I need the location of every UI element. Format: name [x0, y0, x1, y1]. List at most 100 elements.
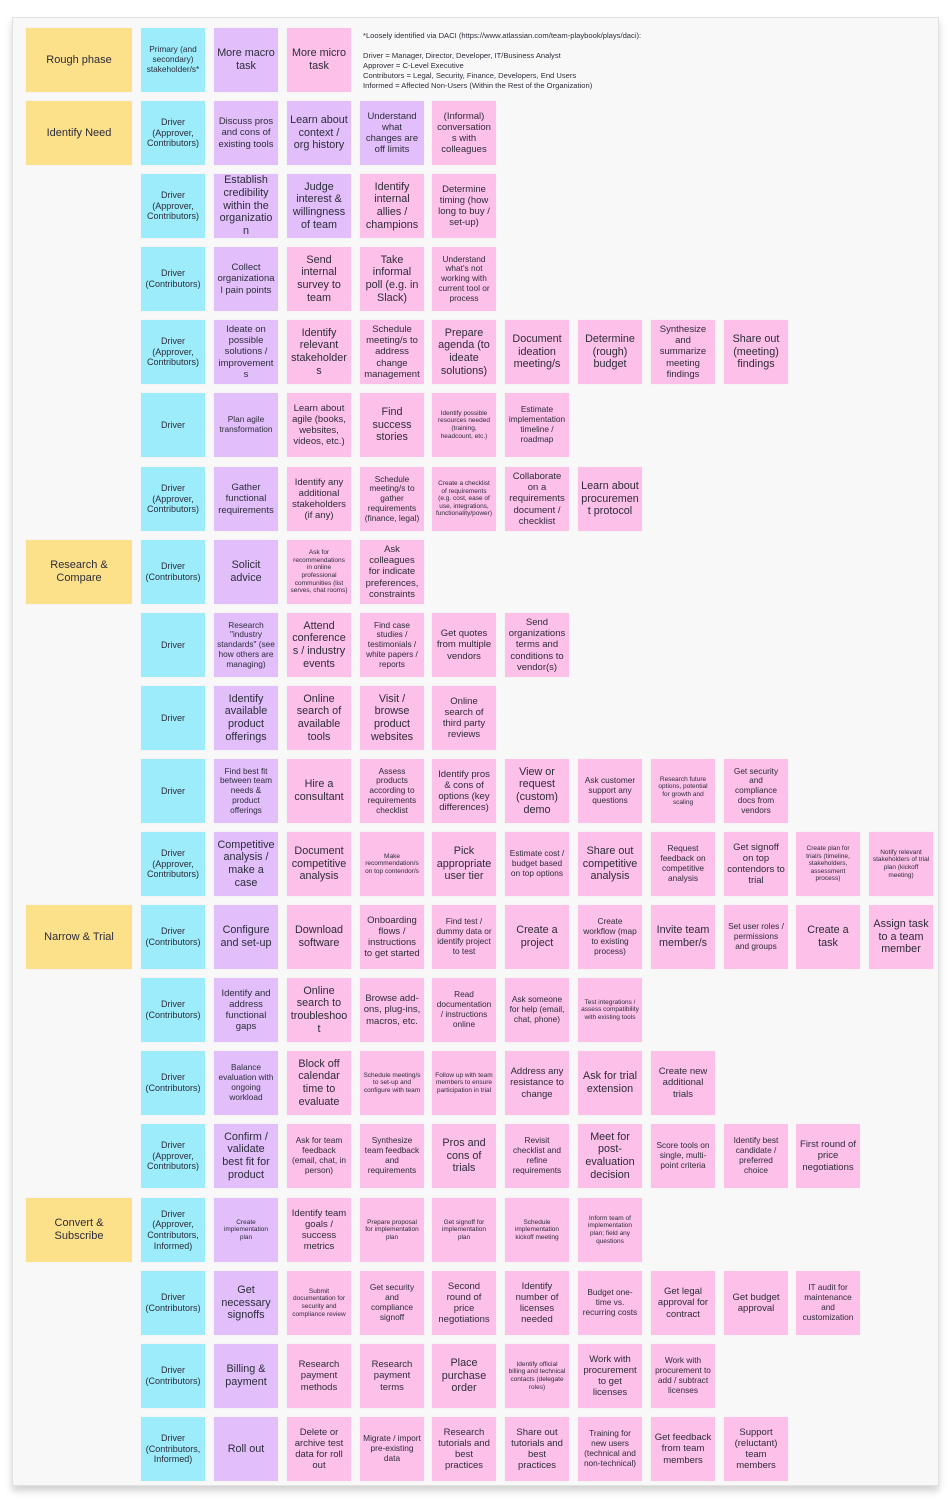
micro-task-sticky[interactable]: Ask for team feedback (email, chat, in p… — [287, 1124, 351, 1188]
micro-task-sticky[interactable]: Ask for recommendations in online profes… — [287, 540, 351, 604]
micro-task-sticky[interactable]: Find test / dummy data or identify proje… — [432, 905, 496, 969]
micro-task-sticky[interactable]: Hire a consultant — [287, 759, 351, 823]
micro-task-sticky[interactable]: Document ideation meeting/s — [505, 320, 569, 384]
micro-task-sticky[interactable]: Budget one-time vs. recurring costs — [578, 1271, 642, 1335]
micro-task-sticky[interactable]: View or request (custom) demo — [505, 759, 569, 823]
micro-task-sticky[interactable]: Assess products according to requirement… — [360, 759, 424, 823]
micro-task-sticky[interactable]: Estimate implementation timeline / roadm… — [505, 393, 569, 457]
stakeholder-sticky[interactable]: Driver — [141, 393, 205, 457]
stakeholder-sticky[interactable]: Driver (Approver, Contributors) — [141, 1124, 205, 1188]
micro-task-sticky[interactable]: Document competitive analysis — [287, 832, 351, 896]
micro-task-sticky[interactable]: Send organizations terms and conditions … — [505, 613, 569, 677]
macro-task-sticky[interactable]: Identify available product offerings — [214, 686, 278, 750]
macro-task-sticky[interactable]: Ideate on possible solutions / improveme… — [214, 320, 278, 384]
stakeholder-sticky[interactable]: Driver (Approver, Contributors) — [141, 320, 205, 384]
macro-task-sticky[interactable]: Learn about context / org history — [287, 101, 351, 165]
micro-task-sticky[interactable]: Share out (meeting) findings — [724, 320, 788, 384]
micro-task-sticky[interactable]: Test integrations / assess compatibility… — [578, 978, 642, 1042]
micro-task-sticky[interactable]: Identify pros & cons of options (key dif… — [432, 759, 496, 823]
macro-task-sticky[interactable]: Discuss pros and cons of existing tools — [214, 101, 278, 165]
micro-task-sticky[interactable]: Create workflow (map to existing process… — [578, 905, 642, 969]
micro-task-sticky[interactable]: Browse add-ons, plug-ins, macros, etc. — [360, 978, 424, 1042]
micro-task-sticky[interactable]: Invite team member/s — [651, 905, 715, 969]
macro-task-sticky[interactable]: Configure and set-up — [214, 905, 278, 969]
micro-task-sticky[interactable]: Create a project — [505, 905, 569, 969]
micro-task-sticky[interactable]: Collaborate on a requirements document /… — [505, 467, 569, 531]
micro-task-sticky[interactable]: Create a checklist of requirements (e.g.… — [432, 467, 496, 531]
micro-task-sticky[interactable]: Identify team goals / success metrics — [287, 1198, 351, 1262]
macro-task-sticky[interactable]: Collect organizational pain points — [214, 247, 278, 311]
micro-task-sticky[interactable]: Identify any additional stakeholders (if… — [287, 467, 351, 531]
micro-task-sticky[interactable]: Pick appropriate user tier — [432, 832, 496, 896]
micro-task-sticky[interactable]: Notify relevant stakeholders of trial pl… — [869, 832, 933, 896]
micro-task-sticky[interactable]: Migrate / import pre-existing data — [360, 1417, 424, 1481]
header-phase-sticky[interactable]: Rough phase — [26, 28, 132, 92]
micro-task-sticky[interactable]: Read documentation / instructions online — [432, 978, 496, 1042]
micro-task-sticky[interactable]: Get quotes from multiple vendors — [432, 613, 496, 677]
micro-task-sticky[interactable]: Training for new users (technical and no… — [578, 1417, 642, 1481]
macro-task-sticky[interactable]: Research "industry standards" (see how o… — [214, 613, 278, 677]
stakeholder-sticky[interactable]: Driver (Contributors) — [141, 1051, 205, 1115]
micro-task-sticky[interactable]: Take informal poll (e.g. in Slack) — [360, 247, 424, 311]
stakeholder-sticky[interactable]: Driver (Contributors, Informed) — [141, 1417, 205, 1481]
micro-task-sticky[interactable]: Ask colleagues for indicate preferences,… — [360, 540, 424, 604]
stakeholder-sticky[interactable]: Driver — [141, 759, 205, 823]
micro-task-sticky[interactable]: Delete or archive test data for roll out — [287, 1417, 351, 1481]
micro-task-sticky[interactable]: Schedule meeting/s to set-up and configu… — [360, 1051, 424, 1115]
macro-task-sticky[interactable]: Competitive analysis / make a case — [214, 832, 278, 896]
micro-task-sticky[interactable]: Score tools on single, multi-point crite… — [651, 1124, 715, 1188]
micro-task-sticky[interactable]: Ask customer support any questions — [578, 759, 642, 823]
micro-task-sticky[interactable]: Research future options, potential for g… — [651, 759, 715, 823]
micro-task-sticky[interactable]: Identify best candidate / preferred choi… — [724, 1124, 788, 1188]
stakeholder-sticky[interactable]: Driver (Contributors) — [141, 978, 205, 1042]
header-macro-task-sticky[interactable]: More macro task — [214, 28, 278, 92]
micro-task-sticky[interactable]: Support (reluctant) team members — [724, 1417, 788, 1481]
micro-task-sticky[interactable]: Learn about procurement protocol — [578, 467, 642, 531]
stakeholder-sticky[interactable]: Driver (Contributors) — [141, 247, 205, 311]
micro-task-sticky[interactable]: Prepare proposal for implementation plan — [360, 1198, 424, 1262]
micro-task-sticky[interactable]: Work with procurement to add / subtract … — [651, 1344, 715, 1408]
stakeholder-sticky[interactable]: Driver — [141, 613, 205, 677]
micro-task-sticky[interactable]: Download software — [287, 905, 351, 969]
stakeholder-sticky[interactable]: Driver (Approver, Contributors) — [141, 101, 205, 165]
micro-task-sticky[interactable]: Synthesize and summarize meeting finding… — [651, 320, 715, 384]
micro-task-sticky[interactable]: Understand what's not working with curre… — [432, 247, 496, 311]
micro-task-sticky[interactable]: Online search to troubleshoot — [287, 978, 351, 1042]
macro-task-sticky[interactable]: Gather functional requirements — [214, 467, 278, 531]
stakeholder-sticky[interactable]: Driver (Contributors) — [141, 1344, 205, 1408]
macro-task-sticky[interactable]: Roll out — [214, 1417, 278, 1481]
micro-task-sticky[interactable]: IT audit for maintenance and customizati… — [796, 1271, 860, 1335]
micro-task-sticky[interactable]: Create a task — [796, 905, 860, 969]
micro-task-sticky[interactable]: Pros and cons of trials — [432, 1124, 496, 1188]
micro-task-sticky[interactable]: Create new additional trials — [651, 1051, 715, 1115]
micro-task-sticky[interactable]: Send internal survey to team — [287, 247, 351, 311]
micro-task-sticky[interactable]: Research payment terms — [360, 1344, 424, 1408]
micro-task-sticky[interactable]: Estimate cost / budget based on top opti… — [505, 832, 569, 896]
micro-task-sticky[interactable]: Ask for trial extension — [578, 1051, 642, 1115]
micro-task-sticky[interactable]: Get legal approval for contract — [651, 1271, 715, 1335]
macro-task-sticky[interactable]: Plan agile transformation — [214, 393, 278, 457]
micro-task-sticky[interactable]: Inform team of implementation plan; fiel… — [578, 1198, 642, 1262]
micro-task-sticky[interactable]: Attend conferences / industry events — [287, 613, 351, 677]
macro-task-sticky[interactable]: Judge interest & willingness of team — [287, 174, 351, 238]
stakeholder-sticky[interactable]: Driver (Approver, Contributors) — [141, 174, 205, 238]
micro-task-sticky[interactable]: Place purchase order — [432, 1344, 496, 1408]
micro-task-sticky[interactable]: Visit / browse product websites — [360, 686, 424, 750]
micro-task-sticky[interactable]: First round of price negotiations — [796, 1124, 860, 1188]
micro-task-sticky[interactable]: Find case studies / testimonials / white… — [360, 613, 424, 677]
micro-task-sticky[interactable]: (Informal) conversations with colleagues — [432, 101, 496, 165]
phase-sticky[interactable]: Convert & Subscribe — [26, 1198, 132, 1262]
macro-task-sticky[interactable]: Identify and address functional gaps — [214, 978, 278, 1042]
micro-task-sticky[interactable]: Get budget approval — [724, 1271, 788, 1335]
stakeholder-sticky[interactable]: Driver (Approver, Contributors, Informed… — [141, 1198, 205, 1262]
macro-task-sticky[interactable]: Billing & payment — [214, 1344, 278, 1408]
stakeholder-sticky[interactable]: Driver (Approver, Contributors) — [141, 832, 205, 896]
micro-task-sticky[interactable]: Address any resistance to change — [505, 1051, 569, 1115]
macro-task-sticky[interactable]: Create implementation plan — [214, 1198, 278, 1262]
header-stakeholder-sticky[interactable]: Primary (and secondary) stakeholder/s* — [141, 28, 205, 92]
micro-task-sticky[interactable]: Follow up with team members to ensure pa… — [432, 1051, 496, 1115]
macro-task-sticky[interactable]: Solicit advice — [214, 540, 278, 604]
micro-task-sticky[interactable]: Share out tutorials and best practices — [505, 1417, 569, 1481]
micro-task-sticky[interactable]: Assign task to a team member — [869, 905, 933, 969]
micro-task-sticky[interactable]: Onboarding flows / instructions to get s… — [360, 905, 424, 969]
